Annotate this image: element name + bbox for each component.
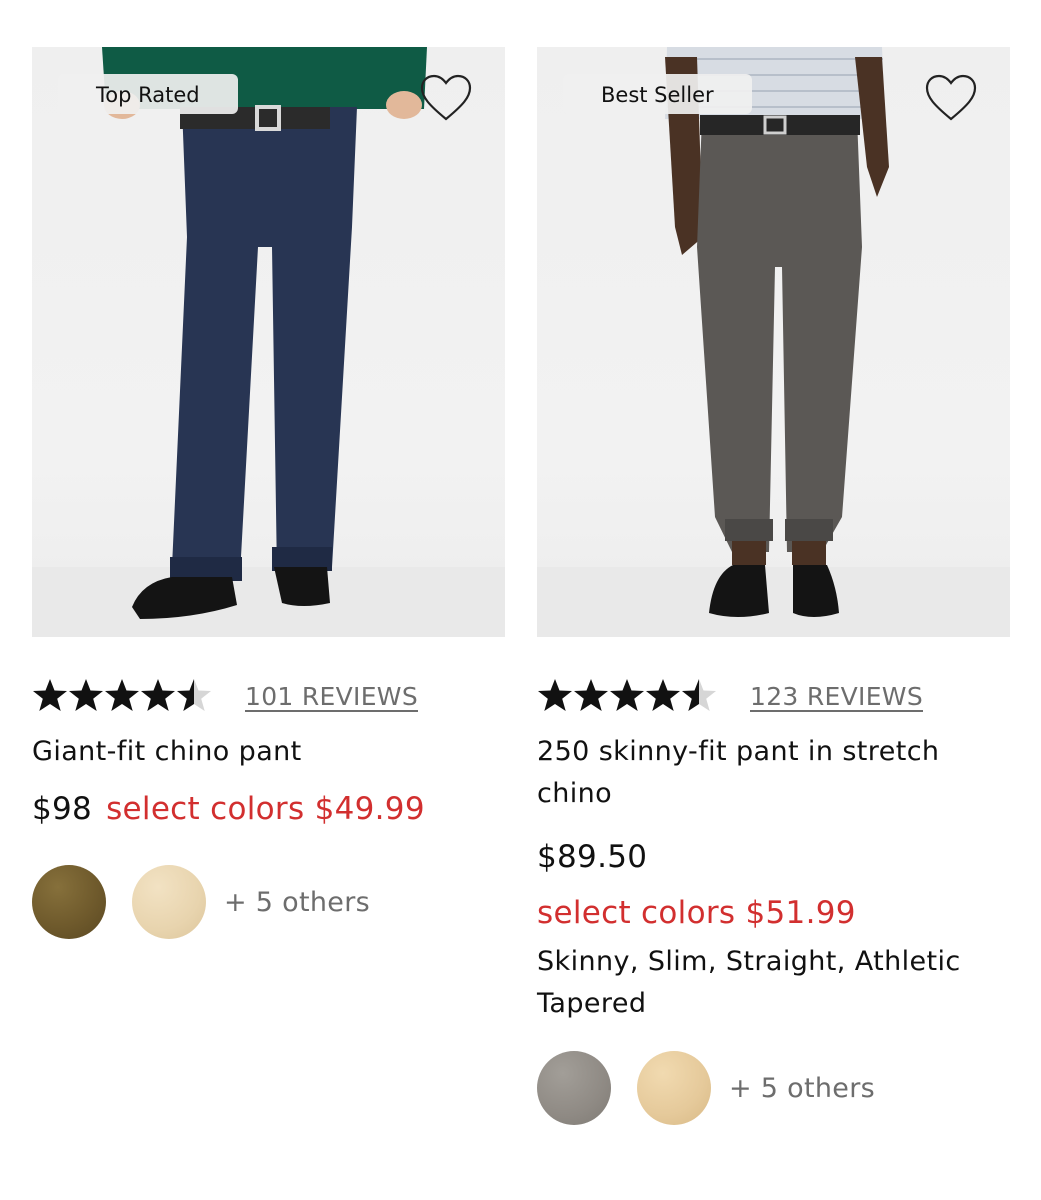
sale-price: select colors $51.99 bbox=[537, 895, 856, 931]
color-swatch-gray[interactable] bbox=[537, 1051, 611, 1125]
regular-price: $89.50 bbox=[537, 839, 648, 875]
star-icon bbox=[646, 679, 680, 711]
star-icon bbox=[610, 679, 644, 711]
product-image[interactable]: Best Seller bbox=[537, 47, 1010, 637]
fit-options-line: Tapered bbox=[537, 988, 647, 1019]
product-title-line: chino bbox=[537, 778, 613, 809]
star-icon bbox=[33, 679, 67, 711]
more-colors-link[interactable]: + 5 others bbox=[224, 887, 370, 918]
more-colors-link[interactable]: + 5 others bbox=[729, 1073, 875, 1104]
product-badge: Best Seller bbox=[563, 74, 752, 114]
color-swatch-olive[interactable] bbox=[32, 865, 106, 939]
product-title[interactable]: Giant-fit chino pant bbox=[32, 731, 505, 773]
product-card[interactable]: Top Rated 101 REVIEWS Giant-fit chino pa bbox=[32, 47, 505, 939]
star-rating bbox=[537, 678, 720, 714]
rating-row: 123 REVIEWS bbox=[537, 673, 1010, 719]
heart-outline-icon[interactable] bbox=[419, 73, 473, 123]
product-image[interactable]: Top Rated bbox=[32, 47, 505, 637]
product-photo bbox=[32, 47, 505, 637]
fit-options-line: Skinny, Slim, Straight, Athletic bbox=[537, 946, 961, 977]
regular-price: $98 bbox=[32, 791, 93, 827]
product-photo bbox=[537, 47, 1010, 637]
star-icon bbox=[538, 679, 572, 711]
heart-outline-icon[interactable] bbox=[924, 73, 978, 123]
rating-row: 101 REVIEWS bbox=[32, 673, 505, 719]
color-swatches: + 5 others bbox=[537, 1051, 1010, 1125]
price-row: $98 select colors $49.99 bbox=[32, 787, 505, 831]
star-icon bbox=[682, 679, 699, 711]
product-badge: Top Rated bbox=[58, 74, 238, 114]
reviews-link[interactable]: 123 REVIEWS bbox=[750, 682, 923, 711]
star-rating bbox=[32, 678, 215, 714]
fit-options: Skinny, Slim, Straight, Athletic Tapered bbox=[537, 941, 1010, 1025]
product-card[interactable]: Best Seller 123 REVIEWS 250 skinny-fit p… bbox=[537, 47, 1010, 1125]
star-icon bbox=[574, 679, 608, 711]
star-icon bbox=[69, 679, 103, 711]
sale-price: select colors $49.99 bbox=[106, 791, 425, 827]
star-icon bbox=[177, 679, 194, 711]
price-row: $89.50 bbox=[537, 835, 1010, 879]
product-title-line: 250 skinny-fit pant in stretch bbox=[537, 736, 940, 767]
color-swatches: + 5 others bbox=[32, 865, 505, 939]
star-icon bbox=[105, 679, 139, 711]
reviews-link[interactable]: 101 REVIEWS bbox=[245, 682, 418, 711]
color-swatch-tan[interactable] bbox=[637, 1051, 711, 1125]
product-title[interactable]: 250 skinny-fit pant in stretch chino bbox=[537, 731, 1010, 815]
star-icon bbox=[141, 679, 175, 711]
color-swatch-khaki[interactable] bbox=[132, 865, 206, 939]
